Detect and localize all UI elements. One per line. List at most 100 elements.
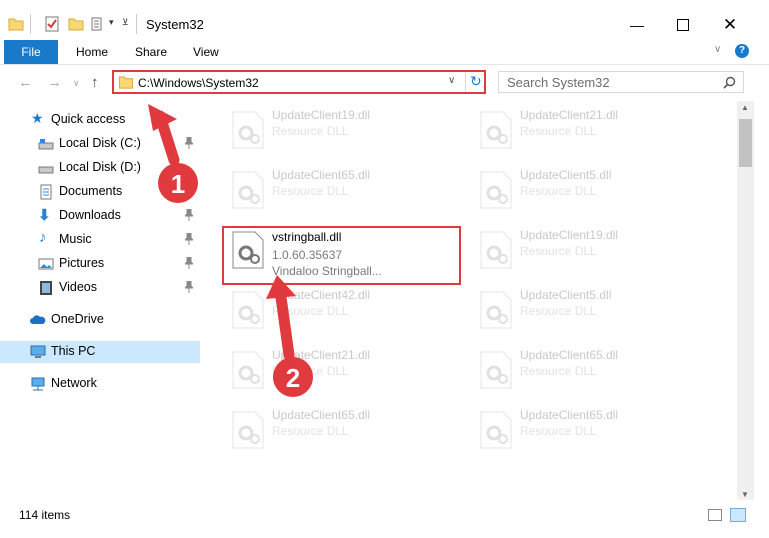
step-2-label: 2 xyxy=(285,363,301,393)
tab-home[interactable]: Home xyxy=(76,40,108,64)
refresh-icon[interactable]: ↻ xyxy=(470,73,482,90)
help-icon[interactable]: ? xyxy=(735,44,749,58)
back-arrow-icon[interactable]: ← xyxy=(18,74,33,91)
customize-icon[interactable] xyxy=(91,16,107,32)
pin-icon xyxy=(185,257,193,269)
sidebar-item-label: Quick access xyxy=(51,112,126,126)
file-item[interactable]: UpdateClient5.dll Resource DLL xyxy=(473,167,703,215)
sidebar-item-label: Videos xyxy=(59,280,97,294)
dll-file-icon xyxy=(480,411,512,449)
file-item[interactable]: UpdateClient21.dll Resource DLL xyxy=(225,347,455,395)
documents-icon xyxy=(40,184,52,200)
close-button[interactable]: ✕ xyxy=(710,10,750,40)
pin-icon xyxy=(185,281,193,293)
pin-icon xyxy=(185,137,193,149)
folder-icon xyxy=(8,18,24,31)
file-name: UpdateClient65.dll xyxy=(272,168,371,182)
sidebar-item-downloads[interactable]: ⬇ Downloads xyxy=(0,205,200,227)
star-icon: ★ xyxy=(31,110,44,126)
up-arrow-icon[interactable]: ↑ xyxy=(91,74,99,91)
download-arrow-icon: ⬇ xyxy=(38,207,51,224)
file-description: Resource DLL xyxy=(272,424,349,438)
folder-icon xyxy=(118,76,134,89)
sidebar-item-label: Pictures xyxy=(59,256,105,270)
cloud-icon xyxy=(30,315,46,324)
sidebar-item-onedrive[interactable]: OneDrive xyxy=(0,309,200,331)
sidebar-item-label: OneDrive xyxy=(51,312,104,326)
sidebar-item-label: This PC xyxy=(51,344,96,358)
divider xyxy=(30,14,31,34)
file-name: UpdateClient19.dll xyxy=(272,108,371,122)
file-item[interactable]: UpdateClient42.dll Resource DLL xyxy=(225,287,455,335)
file-description: Resource DLL xyxy=(520,244,597,258)
quick-access-dropdown-icon[interactable]: ⊻ xyxy=(122,17,129,28)
file-item[interactable]: UpdateClient65.dll Resource DLL xyxy=(225,167,455,215)
file-description: Resource DLL xyxy=(272,184,349,198)
large-icons-view-icon[interactable] xyxy=(730,508,746,522)
tab-share[interactable]: Share xyxy=(135,40,167,64)
chevron-down-icon[interactable]: ▾ xyxy=(109,17,114,28)
file-item[interactable]: UpdateClient19.dll Resource DLL xyxy=(225,107,455,155)
minimize-button[interactable]: — xyxy=(617,10,657,40)
file-description: Resource DLL xyxy=(520,184,597,198)
new-folder-icon[interactable] xyxy=(68,16,84,32)
dll-file-icon xyxy=(480,171,512,209)
file-item[interactable]: UpdateClient65.dll Resource DLL xyxy=(473,407,703,455)
ribbon-tabs: File Home Share View ∨ ? xyxy=(0,40,769,65)
title-bar: ▾ ⊻ System32 — ✕ xyxy=(0,0,769,38)
file-name: UpdateClient65.dll xyxy=(520,348,619,362)
minimize-icon: — xyxy=(630,17,644,33)
vertical-scrollbar[interactable]: ▲ ▼ xyxy=(737,101,754,504)
file-item[interactable]: UpdateClient65.dll Resource DLL xyxy=(225,407,455,455)
file-item[interactable]: UpdateClient5.dll Resource DLL xyxy=(473,287,703,335)
step-1-label: 1 xyxy=(170,169,186,199)
computer-icon xyxy=(30,345,46,358)
file-item[interactable]: UpdateClient65.dll Resource DLL xyxy=(473,347,703,395)
pin-icon xyxy=(185,233,193,245)
sidebar-item-pictures[interactable]: Pictures xyxy=(0,253,200,275)
tab-file[interactable]: File xyxy=(4,40,58,64)
expand-ribbon-icon[interactable]: ∨ xyxy=(714,44,721,55)
file-item[interactable]: UpdateClient21.dll Resource DLL xyxy=(473,107,703,155)
address-dropdown-icon[interactable]: ∨ xyxy=(448,75,455,86)
file-name: UpdateClient5.dll xyxy=(520,288,612,302)
search-input[interactable]: Search System32 xyxy=(498,71,744,93)
sidebar-item-network[interactable]: Network xyxy=(0,373,200,395)
file-description: Resource DLL xyxy=(520,304,597,318)
navigation-pane: ★ Quick access Local Disk (C:) Local Dis… xyxy=(0,104,205,499)
videos-icon xyxy=(40,281,52,295)
file-item[interactable]: UpdateClient19.dll Resource DLL xyxy=(473,227,703,275)
drive-icon xyxy=(38,139,54,150)
dll-file-icon xyxy=(232,411,264,449)
sidebar-item-quick-access[interactable]: ★ Quick access xyxy=(0,109,200,131)
file-description: Resource DLL xyxy=(272,304,349,318)
maximize-icon xyxy=(677,19,689,31)
file-description: Resource DLL xyxy=(520,424,597,438)
search-placeholder: Search System32 xyxy=(507,75,610,90)
recent-locations-icon[interactable]: ∨ xyxy=(73,78,80,89)
sidebar-item-local-disk-c[interactable]: Local Disk (C:) xyxy=(0,133,200,155)
forward-arrow-icon[interactable]: → xyxy=(47,74,62,91)
maximize-button[interactable] xyxy=(663,10,703,40)
tab-view[interactable]: View xyxy=(193,40,219,64)
file-name: UpdateClient42.dll xyxy=(272,288,371,302)
sidebar-item-videos[interactable]: Videos xyxy=(0,277,200,299)
scroll-thumb[interactable] xyxy=(739,119,752,167)
address-bar[interactable]: C:\Windows\System32 ∨ ↻ xyxy=(112,70,486,94)
file-description: Resource DLL xyxy=(272,124,349,138)
scroll-down-icon[interactable]: ▼ xyxy=(741,490,749,499)
dll-file-icon xyxy=(480,111,512,149)
sidebar-item-this-pc[interactable]: This PC xyxy=(0,341,200,363)
pictures-icon xyxy=(38,258,54,270)
details-view-icon[interactable] xyxy=(708,509,722,521)
address-path: C:\Windows\System32 xyxy=(138,76,259,90)
properties-icon[interactable] xyxy=(44,16,60,32)
sidebar-item-label: Music xyxy=(59,232,92,246)
sidebar-item-label: Network xyxy=(51,376,97,390)
file-name: UpdateClient65.dll xyxy=(272,408,371,422)
sidebar-item-music[interactable]: ♪ Music xyxy=(0,229,200,251)
scroll-up-icon[interactable]: ▲ xyxy=(741,103,749,112)
file-description: Resource DLL xyxy=(520,124,597,138)
dll-file-icon xyxy=(480,231,512,269)
dll-file-icon xyxy=(480,351,512,389)
